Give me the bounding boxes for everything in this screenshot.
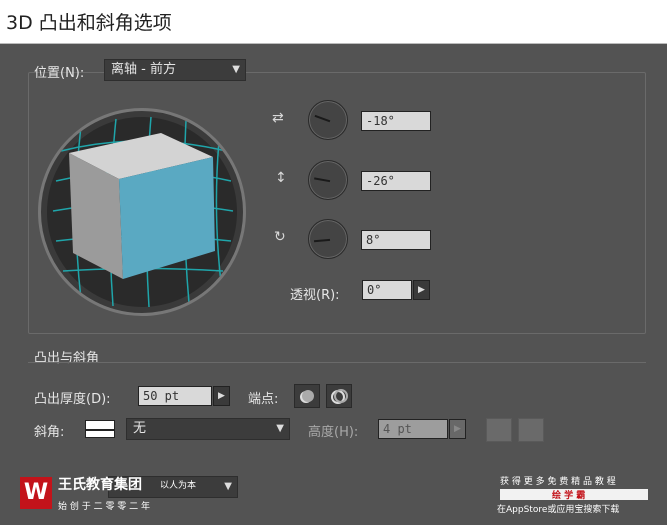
cap-on-icon xyxy=(300,390,314,403)
cap-off-button[interactable] xyxy=(326,384,352,408)
window-title: 3D 凸出和斜角选项 xyxy=(6,12,172,34)
brand-slogan: 以人为本 xyxy=(160,481,197,491)
bevel-preview-swatch xyxy=(85,420,115,438)
cube-preview-trackball[interactable] xyxy=(38,108,246,316)
cap-off-icon xyxy=(331,389,348,404)
cap-label: 端点: xyxy=(248,392,279,407)
chevron-down-icon: ▼ xyxy=(232,64,240,75)
z-rotation-dial[interactable] xyxy=(308,219,348,259)
extrude-depth-label: 凸出厚度(D): xyxy=(34,392,111,407)
position-label: 位置(N): xyxy=(34,66,85,81)
bevel-height-input[interactable]: 4 pt xyxy=(378,419,448,439)
dial-needle xyxy=(314,177,331,183)
position-dropdown-value: 离轴 - 前方 xyxy=(111,62,176,77)
cap-on-button[interactable] xyxy=(294,384,320,408)
bevel-dropdown[interactable]: 无 ▼ xyxy=(126,418,290,440)
cube-preview-graphic xyxy=(52,116,234,308)
chevron-down-icon: ▼ xyxy=(224,481,232,492)
bevel-height-stepper-button[interactable]: ▶ xyxy=(449,419,466,439)
position-dropdown[interactable]: 离轴 - 前方 ▼ xyxy=(104,59,246,81)
y-rotation-dial[interactable] xyxy=(308,160,348,200)
bevel-height-label: 高度(H): xyxy=(308,425,359,440)
extrude-depth-input[interactable]: 50 pt xyxy=(138,386,212,406)
brand-logo: W xyxy=(20,477,52,509)
promo-line-3: 在AppStore或应用宝搜索下载 xyxy=(497,505,620,515)
title-bar: 3D 凸出和斜角选项 xyxy=(0,0,667,44)
x-rotation-dial[interactable] xyxy=(308,100,348,140)
dial-needle xyxy=(313,238,331,243)
bevel-dropdown-value: 无 xyxy=(133,421,147,436)
promo-line-2: 绘 学 霸 xyxy=(552,491,586,501)
y-axis-rotate-icon: ↕ xyxy=(275,170,287,186)
brand-since: 始 创 于 二 零 零 二 年 xyxy=(58,502,151,512)
perspective-label: 透视(R): xyxy=(290,288,340,303)
bevel-out-button[interactable] xyxy=(486,418,512,442)
dial-needle xyxy=(314,114,331,123)
y-rotation-input[interactable]: -26° xyxy=(361,171,431,191)
x-rotation-input[interactable]: -18° xyxy=(361,111,431,131)
promo-line-1: 获 得 更 多 免 费 精 品 教 程 xyxy=(500,477,616,487)
bevel-in-button[interactable] xyxy=(518,418,544,442)
bevel-label: 斜角: xyxy=(34,425,65,440)
z-rotation-input[interactable]: 8° xyxy=(361,230,431,250)
perspective-input[interactable]: 0° xyxy=(362,280,412,300)
extrude-depth-stepper-button[interactable]: ▶ xyxy=(213,386,230,406)
brand-name: 王氏教育集团 xyxy=(58,477,142,493)
perspective-stepper-button[interactable]: ▶ xyxy=(413,280,430,300)
x-axis-rotate-icon: ⇄ xyxy=(272,110,284,126)
z-axis-rotate-icon: ↻ xyxy=(274,229,286,245)
chevron-down-icon: ▼ xyxy=(276,423,284,434)
